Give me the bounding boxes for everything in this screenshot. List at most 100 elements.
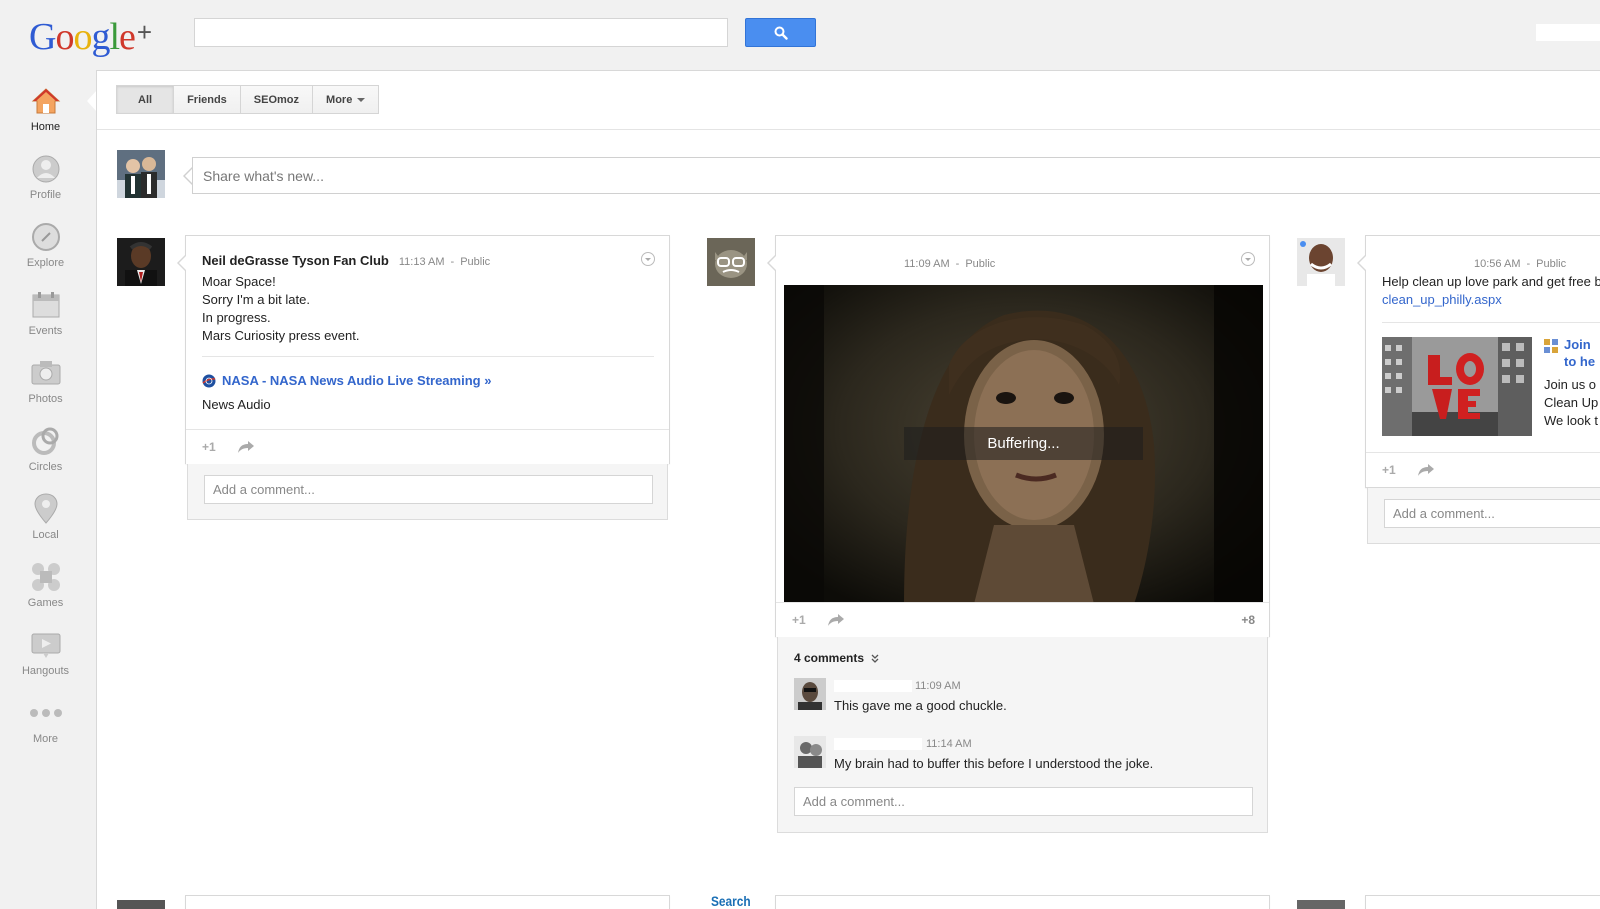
profile-icon — [32, 155, 59, 183]
post-link[interactable]: clean_up_philly.aspx — [1382, 291, 1600, 309]
avatar[interactable] — [117, 900, 165, 909]
attachment-text-line: We look t — [1544, 413, 1598, 428]
sidebar-item-events[interactable]: Events — [0, 282, 91, 350]
home-icon — [31, 88, 60, 114]
comment-area: Add a comment... — [1367, 488, 1600, 544]
post-text-line: Mars Curiosity press event. — [202, 328, 360, 343]
avatar[interactable] — [1297, 900, 1345, 909]
post-action-bar: +1 — [1366, 452, 1600, 487]
sidebar-item-local[interactable]: Local — [0, 486, 91, 554]
sidebar-item-hangouts[interactable]: Hangouts — [0, 622, 91, 690]
sidebar-item-explore[interactable]: Explore — [0, 214, 91, 282]
plus-one-button[interactable]: +1 — [1382, 463, 1396, 477]
commenter-name[interactable] — [834, 680, 912, 692]
website-favicon-icon — [1544, 339, 1558, 353]
comment-time[interactable]: 11:14 AM — [926, 738, 972, 750]
search-button[interactable] — [745, 18, 816, 47]
commenter-name[interactable] — [834, 738, 922, 750]
avatar[interactable] — [117, 150, 165, 198]
post-visibility[interactable]: Public — [1536, 258, 1566, 270]
comments-toggle[interactable]: 4 comments — [794, 651, 879, 665]
sidebar-item-label: Local — [32, 529, 59, 541]
post-card — [775, 895, 1270, 909]
post-body: Moar Space! Sorry I'm a bit late. In pro… — [202, 273, 360, 345]
avatar[interactable] — [794, 678, 826, 710]
search-label[interactable]: Search — [711, 893, 751, 909]
add-comment-input[interactable]: Add a comment... — [794, 787, 1253, 816]
share-post-button[interactable] — [237, 441, 254, 453]
share-input[interactable]: Share what's new... — [192, 157, 1600, 194]
post-menu-icon[interactable] — [641, 252, 655, 266]
commenter-avatar-image — [794, 678, 826, 710]
logo-letter: g — [91, 16, 110, 58]
video-player[interactable]: Buffering... — [784, 285, 1263, 604]
post-visibility[interactable]: Public — [965, 258, 995, 270]
logo-letter: G — [29, 16, 56, 58]
post-card: 10:56 AM - Public Help clean up love par… — [1357, 235, 1600, 488]
avatar[interactable] — [117, 238, 165, 286]
sidebar-item-circles[interactable]: Circles — [0, 418, 91, 486]
filter-seomoz-button[interactable]: SEOmoz — [239, 85, 314, 114]
map-pin-icon — [33, 493, 58, 524]
filter-all-button[interactable]: All — [116, 85, 175, 114]
share-arrow-icon — [237, 441, 254, 453]
love-sculpture-image — [1382, 337, 1532, 436]
post-time[interactable]: 10:56 AM — [1474, 258, 1520, 270]
nasa-logo-icon — [202, 374, 216, 387]
attachment-description: News Audio — [202, 397, 271, 412]
chevron-double-down-icon — [871, 654, 879, 663]
attachment-image[interactable] — [1382, 337, 1532, 436]
google-plus-logo[interactable]: Google+ — [29, 12, 152, 58]
sidebar-item-home[interactable]: Home — [0, 78, 91, 146]
share-post-button[interactable] — [827, 614, 844, 626]
filter-more-label: More — [326, 93, 353, 106]
avatar[interactable] — [794, 736, 826, 768]
attachment-link[interactable]: to he — [1564, 354, 1595, 369]
add-comment-input[interactable]: Add a comment... — [204, 475, 653, 504]
add-comment-input[interactable]: Add a comment... — [1384, 499, 1600, 528]
avatar[interactable] — [707, 238, 755, 286]
author-avatar-image — [707, 238, 755, 286]
logo-letter: l — [109, 16, 120, 58]
account-area[interactable] — [1536, 24, 1600, 41]
post-menu-icon[interactable] — [1241, 252, 1255, 266]
compass-icon — [31, 223, 60, 251]
sidebar-item-photos[interactable]: Photos — [0, 350, 91, 418]
share-post-button[interactable] — [1417, 464, 1434, 476]
comment-time[interactable]: 11:09 AM — [915, 680, 961, 692]
attachment-description: Join us o Clean Up We look t — [1544, 376, 1598, 430]
post-visibility[interactable]: Public — [460, 256, 490, 268]
attachment-link[interactable]: Join — [1564, 337, 1591, 352]
attachment-text-line: Clean Up — [1544, 395, 1599, 410]
sidebar-item-games[interactable]: Games — [0, 554, 91, 622]
attachment-link[interactable]: NASA - NASA News Audio Live Streaming » — [222, 373, 491, 388]
games-icon — [31, 563, 60, 591]
divider — [1382, 322, 1600, 323]
video-icon — [31, 633, 60, 658]
filter-more-button[interactable]: More — [312, 85, 380, 114]
post-card: Neil deGrasse Tyson Fan Club 11:13 AM - … — [177, 235, 670, 464]
plus-one-button[interactable]: +1 — [792, 613, 806, 627]
post-text-line: Help clean up love park and get free b — [1382, 274, 1600, 289]
more-dots-icon — [29, 709, 62, 717]
post-body: Help clean up love park and get free b c… — [1382, 273, 1600, 309]
post-card — [185, 895, 670, 909]
sidebar-item-more[interactable]: More — [0, 690, 91, 758]
post-time[interactable]: 11:13 AM — [399, 256, 445, 268]
attachment-text-line: Join us o — [1544, 377, 1597, 392]
sidebar-item-label: Circles — [28, 461, 63, 473]
post-card: 11:09 AM - Public Buffering... +1 +8 — [767, 235, 1270, 637]
logo-letter: e — [119, 16, 136, 58]
search-input[interactable] — [194, 18, 728, 47]
circles-icon — [31, 427, 58, 455]
filter-friends-button[interactable]: Friends — [173, 85, 241, 114]
sidebar-item-profile[interactable]: Profile — [0, 146, 91, 214]
plus-one-button[interactable]: +1 — [202, 440, 216, 454]
post-author[interactable] — [792, 255, 894, 267]
plus-one-count[interactable]: +8 — [1241, 613, 1255, 627]
post-author[interactable] — [1382, 255, 1464, 267]
comment-area: 4 comments 11:09 AM This gave me a good … — [777, 637, 1268, 833]
avatar[interactable] — [1297, 238, 1345, 286]
post-time[interactable]: 11:09 AM — [904, 258, 950, 270]
post-author[interactable]: Neil deGrasse Tyson Fan Club — [202, 253, 389, 268]
